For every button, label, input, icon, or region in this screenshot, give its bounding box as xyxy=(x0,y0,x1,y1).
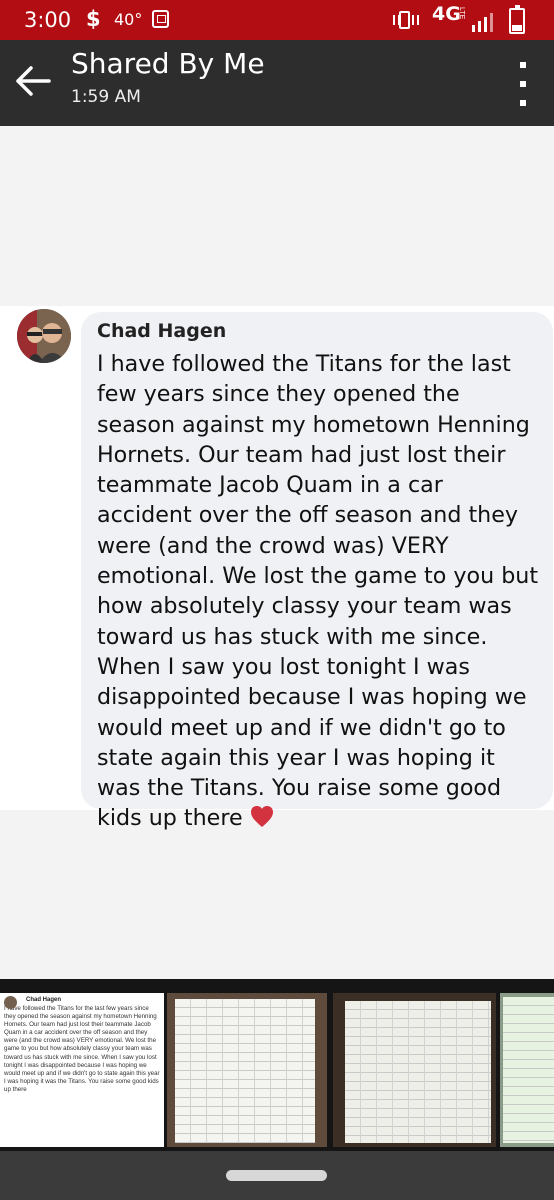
thumbnail-text-post[interactable]: Chad Hagen I have followed the Titans fo… xyxy=(0,993,164,1147)
thumbnail-whiteboard-photo[interactable] xyxy=(500,993,554,1147)
scoresheet-columns xyxy=(345,1001,491,1143)
thumbnail-avatar xyxy=(4,996,17,1009)
dollar-icon: $ xyxy=(86,7,101,31)
network-subtype: LTE xyxy=(458,7,465,20)
messages-icon xyxy=(152,10,169,28)
author-name[interactable]: Chad Hagen xyxy=(97,320,541,342)
page-subtitle: 1:59 AM xyxy=(71,87,141,107)
scoresheet-image xyxy=(345,1001,491,1143)
avatar[interactable] xyxy=(17,309,71,363)
system-navigation-bar xyxy=(0,1151,554,1200)
thumbnail-scoresheet-photo-1[interactable] xyxy=(167,993,327,1147)
page-title: Shared By Me xyxy=(71,47,265,80)
post-bubble: Chad Hagen I have followed the Titans fo… xyxy=(81,312,553,831)
post-body-text: I have followed the Titans for the last … xyxy=(97,351,539,832)
battery-level: 30 xyxy=(513,13,522,22)
whiteboard-lines xyxy=(503,997,554,1143)
scoresheet-columns xyxy=(175,999,315,1143)
home-gesture-pill[interactable] xyxy=(226,1170,327,1181)
thumbnail-author: Chad Hagen xyxy=(26,997,62,1003)
media-thumbnail-strip: Chad Hagen I have followed the Titans fo… xyxy=(0,979,554,1151)
network-type: 4G xyxy=(432,3,461,25)
thumbnail-text: I have followed the Titans for the last … xyxy=(4,1005,160,1093)
post-text: I have followed the Titans for the last … xyxy=(97,349,541,834)
menu-dot xyxy=(520,100,526,106)
app-bar: Shared By Me 1:59 AM xyxy=(0,40,554,126)
arrow-left-icon[interactable] xyxy=(8,56,58,106)
whiteboard-image xyxy=(503,997,554,1143)
temperature-text: 40° xyxy=(114,10,143,29)
battery-fill xyxy=(512,25,522,31)
status-bar: 3:00 $ 40° 4G LTE 30 xyxy=(0,0,554,40)
menu-dot xyxy=(520,81,526,87)
heart-icon xyxy=(250,806,273,828)
thumbnail-scoresheet-photo-2[interactable] xyxy=(333,993,496,1147)
menu-dot xyxy=(520,62,526,68)
more-vertical-icon[interactable] xyxy=(510,62,536,106)
post-view: Chad Hagen I have followed the Titans fo… xyxy=(0,126,554,1151)
scoresheet-image xyxy=(175,999,315,1143)
vibrate-icon xyxy=(393,11,419,29)
status-time: 3:00 xyxy=(24,8,72,32)
signal-icon xyxy=(472,13,493,32)
